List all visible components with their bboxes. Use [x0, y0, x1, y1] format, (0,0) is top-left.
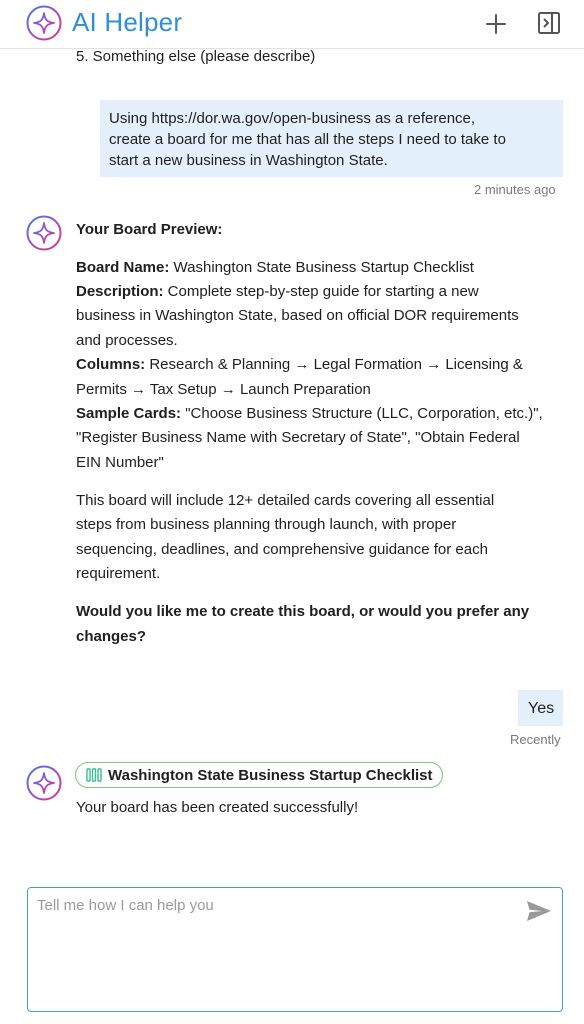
- description-text: Complete step-by-step guide for starting…: [163, 283, 479, 300]
- sample-cards-label: Sample Cards:: [76, 405, 182, 422]
- created-board-chip[interactable]: Washington State Business Startup Checkl…: [75, 762, 443, 788]
- user-message-bubble: Using https://dor.wa.gov/open-business a…: [100, 100, 563, 177]
- user-message-line: Using https://dor.wa.gov/open-business a…: [109, 110, 476, 127]
- message-timestamp: 2 minutes ago: [474, 182, 556, 197]
- board-columns-icon: [86, 768, 102, 782]
- columns-line: Columns: Research & Planning → Legal For…: [76, 353, 523, 378]
- description-label: Description:: [76, 283, 164, 300]
- chat-input[interactable]: [37, 897, 507, 997]
- message-timestamp: Recently: [510, 732, 561, 747]
- summary-text: This board will include 12+ detailed car…: [76, 492, 495, 509]
- columns-label: Columns:: [76, 356, 146, 373]
- sample-cards-text: "Choose Business Structure (LLC, Corpora…: [181, 405, 543, 422]
- send-icon[interactable]: [526, 900, 552, 922]
- board-chip-label: Washington State Business Startup Checkl…: [108, 766, 433, 784]
- assistant-avatar-icon: [26, 215, 62, 251]
- chat-composer: [27, 887, 563, 1012]
- summary-text: sequencing, deadlines, and comprehensive…: [76, 541, 488, 558]
- board-name-label: Board Name:: [76, 259, 170, 276]
- sample-cards-text: EIN Number": [76, 454, 164, 471]
- summary-text: requirement.: [76, 565, 161, 582]
- question-text: Would you like me to create this board, …: [76, 603, 530, 620]
- description-text: and processes.: [76, 332, 178, 349]
- sample-cards-line: Sample Cards: "Choose Business Structure…: [76, 402, 543, 427]
- summary-text: steps from business planning through lau…: [76, 516, 457, 533]
- success-message: Your board has been created successfully…: [76, 799, 359, 816]
- sample-cards-text: "Register Business Name with Secretary o…: [76, 429, 520, 446]
- plus-icon[interactable]: [483, 11, 509, 37]
- preview-heading: Your Board Preview:: [76, 221, 223, 238]
- description-text: business in Washington State, based on o…: [76, 307, 519, 324]
- app-title: AI Helper: [72, 7, 183, 37]
- description-line: Description: Complete step-by-step guide…: [76, 280, 479, 305]
- previous-option-text: 5. Something else (please describe): [76, 48, 316, 65]
- user-reply-bubble: Yes: [518, 690, 563, 726]
- user-message-line: start a new business in Washington State…: [109, 152, 388, 169]
- app-header: AI Helper: [0, 0, 584, 49]
- columns-text: Research & Planning → Legal Formation → …: [145, 356, 523, 373]
- board-name-value: Washington State Business Startup Checkl…: [169, 259, 474, 276]
- user-message-line: create a board for me that has all the s…: [109, 131, 506, 148]
- columns-text: Permits → Tax Setup → Launch Preparation: [76, 381, 371, 398]
- question-text: changes?: [76, 628, 147, 645]
- sparkle-logo-icon: [26, 5, 62, 41]
- assistant-avatar-icon: [26, 765, 62, 801]
- board-name-line: Board Name: Washington State Business St…: [76, 256, 474, 281]
- side-panel-icon[interactable]: [537, 11, 561, 35]
